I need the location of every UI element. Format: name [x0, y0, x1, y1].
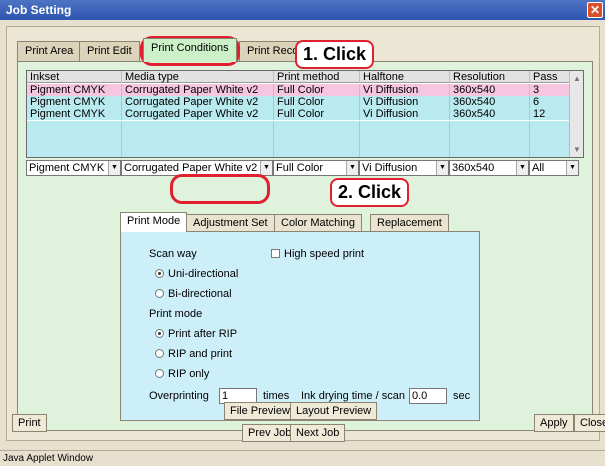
header-resolution[interactable]: Resolution — [450, 71, 530, 83]
chevron-down-icon: ▼ — [516, 161, 528, 175]
next-job-button[interactable]: Next Job — [290, 424, 346, 442]
high-speed-checkbox[interactable]: High speed print — [271, 248, 364, 260]
conditions-table: Inkset Media type Print method Halftone … — [26, 70, 584, 158]
main-frame: Print Area Print Edit Print Conditions P… — [6, 26, 605, 442]
chevron-down-icon: ▼ — [346, 161, 358, 175]
chevron-down-icon: ▼ — [436, 161, 448, 175]
ink-drying-label: Ink drying time / scan — [301, 390, 405, 402]
status-bar: Java Applet Window — [0, 450, 605, 466]
rip-only-radio[interactable]: RIP only — [155, 368, 209, 380]
table-row[interactable]: Pigment CMYK Corrugated Paper White v2 F… — [27, 108, 571, 120]
ink-drying-input[interactable]: 0.0 — [409, 388, 447, 404]
filter-row: Pigment CMYK ▼ Corrugated Paper White v2 ▼… — [26, 160, 584, 176]
subtab-color-matching[interactable]: Color Matching — [274, 214, 362, 232]
tab-print-edit[interactable]: Print Edit — [79, 41, 140, 61]
scroll-down-icon[interactable]: ▼ — [571, 144, 583, 156]
tab-print-area[interactable]: Print Area — [17, 41, 82, 61]
layout-preview-button[interactable]: Layout Preview — [290, 402, 378, 420]
scroll-up-icon[interactable]: ▲ — [571, 73, 583, 85]
print-conditions-panel: Inkset Media type Print method Halftone … — [12, 61, 605, 442]
header-inkset[interactable]: Inkset — [27, 71, 122, 83]
sec-label: sec — [453, 390, 471, 402]
times-label: times — [263, 390, 290, 402]
callout-label-2: 2. Click — [330, 178, 410, 207]
print-after-rip-radio[interactable]: Print after RIP — [155, 328, 237, 340]
table-header: Inkset Media type Print method Halftone … — [27, 71, 571, 83]
overprinting-label: Overprinting — [149, 390, 209, 402]
tab-print-conditions[interactable]: Print Conditions — [143, 38, 237, 62]
bi-directional-radio[interactable]: Bi-directional — [155, 288, 232, 300]
inkset-select[interactable]: Pigment CMYK ▼ — [26, 160, 121, 176]
chevron-down-icon: ▼ — [260, 161, 272, 175]
header-media-type[interactable]: Media type — [122, 71, 274, 83]
resolution-select[interactable]: 360x540 ▼ — [449, 160, 529, 176]
print-method-select[interactable]: Full Color ▼ — [273, 160, 359, 176]
print-mode-panel: Scan way High speed print Uni-directiona… — [120, 231, 480, 421]
subtab-replacement[interactable]: Replacement — [370, 214, 449, 232]
pass-select[interactable]: All ▼ — [529, 160, 579, 176]
title-bar: Job Setting ✕ — [0, 0, 605, 20]
window-title: Job Setting — [6, 3, 72, 17]
file-preview-button[interactable]: File Preview — [224, 402, 296, 420]
callout-label-1: 1. Click — [295, 40, 375, 69]
table-scrollbar[interactable]: ▲ ▼ — [569, 71, 583, 157]
table-row[interactable]: Pigment CMYK Corrugated Paper White v2 F… — [27, 96, 571, 108]
halftone-select[interactable]: Vi Diffusion ▼ — [359, 160, 449, 176]
print-mode-label: Print mode — [149, 308, 203, 320]
header-print-method[interactable]: Print method — [274, 71, 360, 83]
scan-way-label: Scan way — [149, 248, 197, 260]
close-window-icon[interactable]: ✕ — [587, 2, 603, 18]
table-row[interactable]: Pigment CMYK Corrugated Paper White v2 F… — [27, 84, 571, 96]
apply-button[interactable]: Apply — [534, 414, 574, 432]
chevron-down-icon: ▼ — [566, 161, 578, 175]
header-halftone[interactable]: Halftone — [360, 71, 450, 83]
callout-frame-2 — [170, 174, 270, 204]
close-button[interactable]: Close — [574, 414, 605, 432]
header-pass[interactable]: Pass — [530, 71, 571, 83]
chevron-down-icon: ▼ — [108, 161, 120, 175]
subtab-print-mode[interactable]: Print Mode — [120, 212, 188, 232]
table-empty-rows — [27, 121, 571, 157]
subtab-adjustment-set[interactable]: Adjustment Set — [186, 214, 275, 232]
uni-directional-radio[interactable]: Uni-directional — [155, 268, 238, 280]
print-button[interactable]: Print — [12, 414, 47, 432]
rip-and-print-radio[interactable]: RIP and print — [155, 348, 232, 360]
